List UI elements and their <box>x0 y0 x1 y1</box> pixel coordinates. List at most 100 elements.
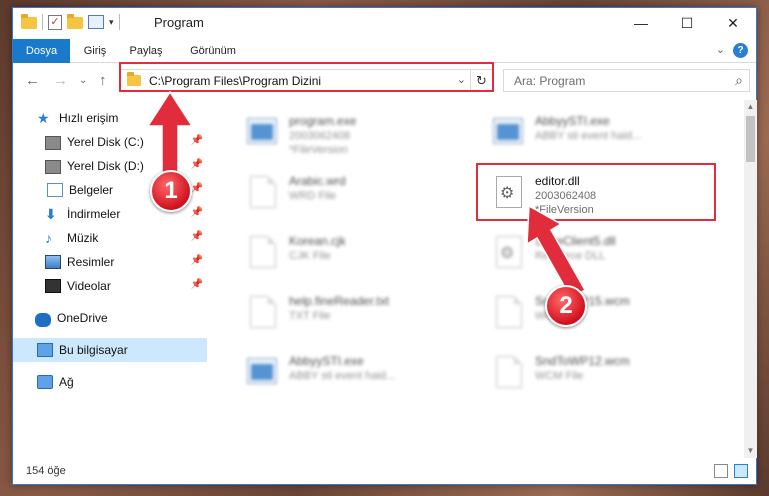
sidebar-item-label: Hızlı erişim <box>59 111 119 125</box>
sidebar-item-videos[interactable]: Videolar 📌 <box>13 274 207 298</box>
tab-home[interactable]: Giriş <box>73 39 117 63</box>
pin-icon[interactable]: 📌 <box>191 231 203 242</box>
tab-view[interactable]: Görünüm <box>181 39 245 63</box>
sidebar-item-pictures[interactable]: Resimler 📌 <box>13 250 207 274</box>
file-type: WRD File <box>289 190 337 202</box>
step-badge-1: 1 <box>150 170 192 212</box>
search-box[interactable]: Ara: Program ⌕ <box>503 69 750 92</box>
window-title: Program <box>154 15 204 30</box>
file-item[interactable]: AbbyySTI.exe ABBY sti event haid... <box>485 106 725 158</box>
tiles-view-icon[interactable] <box>734 464 748 478</box>
file-type: CJK File <box>289 250 331 262</box>
toolbar-divider <box>118 14 120 30</box>
file-description: *FileVersion <box>289 144 348 156</box>
pin-icon[interactable]: 📌 <box>191 255 203 266</box>
forward-arrow-icon[interactable]: → <box>53 72 68 89</box>
sidebar-item-onedrive[interactable]: OneDrive <box>13 306 207 330</box>
download-icon: ⬇ <box>45 206 57 222</box>
file-item[interactable]: help.fineReader.txt TXT File <box>239 286 479 338</box>
file-icon <box>250 176 276 208</box>
file-icon <box>250 296 276 328</box>
file-type: WCM File <box>535 370 584 382</box>
document-icon <box>47 183 63 197</box>
pictures-icon <box>45 255 61 269</box>
sidebar-item-label: Yerel Disk (C:) <box>67 135 144 149</box>
sidebar-item-label: Ağ <box>59 375 74 389</box>
folder-icon <box>21 14 37 29</box>
file-name: help.fineReader.txt <box>289 294 390 308</box>
toolbar-divider <box>42 14 43 30</box>
sidebar-item-label: Yerel Disk (D:) <box>67 159 144 173</box>
file-name: AbbyySTI.exe <box>535 114 610 128</box>
ribbon-tabs: Dosya Giriş Paylaş Görünüm ⌄ ? <box>13 39 756 63</box>
file-version: 2003062408 <box>289 130 351 142</box>
file-type: TXT File <box>289 310 331 322</box>
back-arrow-icon[interactable]: ← <box>25 72 40 89</box>
pin-icon[interactable]: 📌 <box>191 279 203 290</box>
close-button[interactable]: ✕ <box>710 8 756 38</box>
tab-share[interactable]: Paylaş <box>121 39 171 63</box>
vertical-scrollbar[interactable]: ▲ ▼ <box>744 100 757 458</box>
file-description: ABBY sti event haid... <box>289 370 396 382</box>
sidebar-item-label: OneDrive <box>57 311 108 325</box>
executable-icon <box>247 118 277 144</box>
up-arrow-icon[interactable]: ↑ <box>99 72 107 89</box>
sidebar-item-network[interactable]: Ağ <box>13 370 207 394</box>
scroll-up-icon[interactable]: ▲ <box>744 100 757 114</box>
star-icon: ★ <box>37 110 50 126</box>
executable-icon <box>493 118 523 144</box>
sidebar-item-this-pc[interactable]: Bu bilgisayar <box>13 338 207 362</box>
file-item[interactable]: Arabic.wrd WRD File <box>239 166 479 218</box>
video-icon <box>45 279 61 293</box>
customize-view-icon[interactable] <box>88 15 104 29</box>
maximize-button[interactable]: ☐ <box>664 8 710 38</box>
file-name: Korean.cjk <box>289 234 346 248</box>
computer-icon <box>37 343 53 357</box>
sidebar-item-label: İndirmeler <box>67 207 121 221</box>
scroll-down-icon[interactable]: ▼ <box>744 444 757 458</box>
tab-file[interactable]: Dosya <box>13 39 70 63</box>
details-view-icon[interactable] <box>714 464 728 478</box>
executable-icon <box>247 358 277 384</box>
file-name: Arabic.wrd <box>289 174 346 188</box>
file-name: program.exe <box>289 114 357 128</box>
item-count: 154 öğe <box>26 465 66 477</box>
file-name: AbbyySTI.exe <box>289 354 364 368</box>
recent-locations-icon[interactable]: ⌄ <box>79 75 87 86</box>
file-item[interactable]: Korean.cjk CJK File <box>239 226 479 278</box>
network-icon <box>37 375 53 389</box>
file-description: ABBY sti event haid... <box>535 130 642 142</box>
file-name: SndToWP12.wcm <box>535 354 630 368</box>
search-input[interactable]: Ara: Program <box>514 74 585 88</box>
sidebar-item-music[interactable]: ♪ Müzik 📌 <box>13 226 207 250</box>
properties-check-icon[interactable]: ✓ <box>48 14 62 30</box>
sidebar-item-label: Resimler <box>67 255 115 269</box>
file-item[interactable]: SndToWP12.wcm WCM File <box>485 346 725 398</box>
file-highlight-box <box>476 163 716 221</box>
status-bar: 154 öğe <box>13 458 756 484</box>
address-highlight-box <box>119 62 494 92</box>
scroll-thumb[interactable] <box>746 116 755 162</box>
music-icon: ♪ <box>45 230 52 246</box>
title-bar: ✓ ▾ Program — ☐ ✕ <box>13 8 756 38</box>
quick-access-toolbar: ✓ ▾ <box>21 14 120 30</box>
ribbon-expand-icon[interactable]: ⌄ <box>716 43 725 58</box>
new-folder-icon[interactable] <box>67 14 83 29</box>
help-icon[interactable]: ? <box>733 43 748 58</box>
disk-icon <box>45 136 61 150</box>
sidebar-item-label: Bu bilgisayar <box>59 343 128 357</box>
quick-access-dropdown-icon[interactable]: ▾ <box>109 17 114 28</box>
step-badge-2: 2 <box>545 285 587 327</box>
search-icon[interactable]: ⌕ <box>735 72 743 89</box>
file-item[interactable]: AbbyySTI.exe ABBY sti event haid... <box>239 346 479 398</box>
file-item[interactable]: program.exe 2003062408 *FileVersion <box>239 106 479 158</box>
pin-icon[interactable]: 📌 <box>191 207 203 218</box>
disk-icon <box>45 160 61 174</box>
minimize-button[interactable]: — <box>618 8 664 38</box>
file-icon <box>496 356 522 388</box>
cloud-icon <box>35 312 51 327</box>
file-icon <box>250 236 276 268</box>
file-list: program.exe 2003062408 *FileVersion Arab… <box>221 100 741 458</box>
sidebar-item-label: Videolar <box>67 279 111 293</box>
sidebar-item-label: Belgeler <box>69 183 114 197</box>
